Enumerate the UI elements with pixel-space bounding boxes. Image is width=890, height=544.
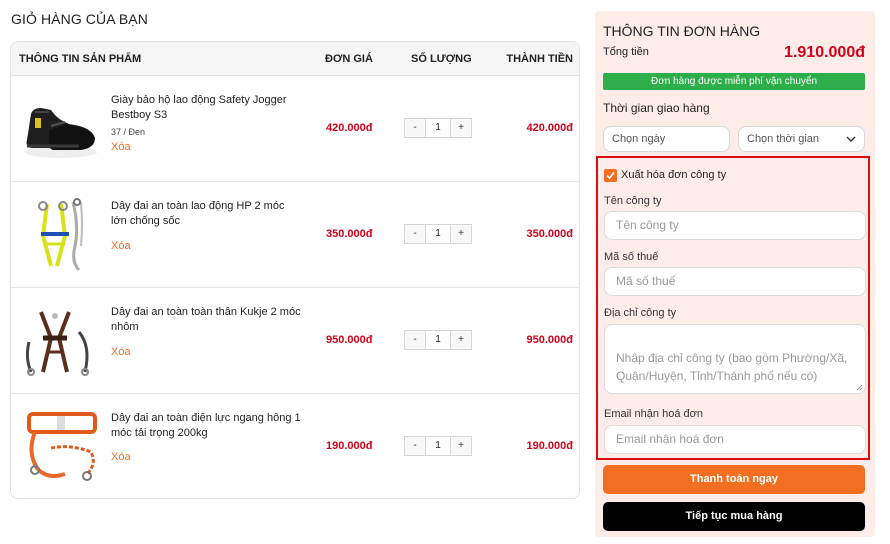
- product-name[interactable]: Dây đai an toàn lao động HP 2 móc lớn ch…: [111, 199, 301, 229]
- total-label: Tổng tiền: [603, 46, 649, 58]
- company-address-textarea[interactable]: Nhập địa chỉ công ty (bao gồm Phường/Xã,…: [604, 324, 866, 394]
- tax-code-placeholder: Mã số thuế: [616, 274, 676, 288]
- quantity-input[interactable]: 1: [425, 119, 451, 137]
- decrease-button[interactable]: -: [405, 331, 425, 349]
- company-name-input[interactable]: Tên công ty: [604, 211, 866, 240]
- unit-price: 950.000đ: [326, 334, 373, 346]
- quantity-stepper: - 1 +: [404, 224, 472, 244]
- product-name[interactable]: Dây đai an toàn điện lực ngang hông 1 mó…: [111, 411, 301, 441]
- line-total: 420.000đ: [526, 122, 573, 134]
- invoice-checkbox-label[interactable]: Xuất hóa đơn công ty: [621, 169, 726, 181]
- decrease-button[interactable]: -: [405, 225, 425, 243]
- header-quantity: SỐ LƯỢNG: [411, 53, 472, 65]
- product-image-full-body-harness[interactable]: [21, 302, 101, 380]
- product-variant: 37 / Đen: [111, 127, 146, 137]
- increase-button[interactable]: +: [451, 225, 471, 243]
- product-name[interactable]: Giày bảo hộ lao động Safety Jogger Bestb…: [111, 93, 301, 123]
- product-image-safety-shoes[interactable]: [21, 90, 101, 168]
- product-image-safety-harness[interactable]: [21, 196, 101, 274]
- company-invoice-section: Xuất hóa đơn công ty Tên công ty Tên côn…: [596, 156, 870, 460]
- quantity-stepper: - 1 +: [404, 118, 472, 138]
- cart-table-header: THÔNG TIN SẢN PHẨM ĐƠN GIÁ SỐ LƯỢNG THÀN…: [11, 42, 579, 76]
- line-total: 350.000đ: [526, 228, 573, 240]
- invoice-checkbox[interactable]: [604, 169, 617, 182]
- order-title: THÔNG TIN ĐƠN HÀNG: [603, 23, 761, 39]
- quantity-input[interactable]: 1: [425, 331, 451, 349]
- remove-link[interactable]: Xóa: [111, 141, 131, 153]
- unit-price: 420.000đ: [326, 122, 373, 134]
- free-shipping-badge: Đơn hàng được miễn phí vận chuyển: [603, 73, 865, 90]
- header-product: THÔNG TIN SẢN PHẨM: [19, 53, 142, 65]
- total-value: 1.910.000đ: [784, 44, 865, 61]
- company-address-label: Địa chỉ công ty: [604, 307, 677, 319]
- tax-code-input[interactable]: Mã số thuế: [604, 267, 866, 296]
- company-name-label: Tên công ty: [604, 195, 662, 207]
- pay-now-button[interactable]: Thanh toán ngay: [603, 465, 865, 494]
- product-image-waist-belt[interactable]: [21, 408, 101, 486]
- invoice-email-placeholder: Email nhận hoá đơn: [616, 432, 724, 446]
- line-total: 190.000đ: [526, 440, 573, 452]
- cart-row: Dây đai an toàn điện lực ngang hông 1 mó…: [11, 394, 579, 498]
- quantity-stepper: - 1 +: [404, 436, 472, 456]
- time-select[interactable]: Chọn thời gian: [738, 126, 865, 152]
- increase-button[interactable]: +: [451, 119, 471, 137]
- cart-row: Dây đai an toàn lao động HP 2 móc lớn ch…: [11, 182, 579, 288]
- chevron-down-icon: [846, 136, 856, 142]
- invoice-email-input[interactable]: Email nhận hoá đơn: [604, 425, 866, 454]
- remove-link[interactable]: Xóa: [111, 346, 131, 358]
- line-total: 950.000đ: [526, 334, 573, 346]
- time-select-label: Chọn thời gian: [747, 133, 820, 145]
- page-title: GIỎ HÀNG CỦA BẠN: [11, 11, 148, 27]
- decrease-button[interactable]: -: [405, 437, 425, 455]
- date-select-label: Chọn ngày: [612, 133, 666, 145]
- tax-code-label: Mã số thuế: [604, 251, 659, 263]
- quantity-input[interactable]: 1: [425, 225, 451, 243]
- company-address-placeholder: Nhập địa chỉ công ty (bao gồm Phường/Xã,…: [616, 351, 848, 383]
- company-name-placeholder: Tên công ty: [616, 218, 679, 232]
- delivery-time-label: Thời gian giao hàng: [603, 101, 710, 115]
- header-price: ĐƠN GIÁ: [325, 53, 373, 65]
- quantity-input[interactable]: 1: [425, 437, 451, 455]
- continue-shopping-button[interactable]: Tiếp tục mua hàng: [603, 502, 865, 531]
- increase-button[interactable]: +: [451, 437, 471, 455]
- remove-link[interactable]: Xóa: [111, 240, 131, 252]
- header-total: THÀNH TIỀN: [506, 53, 573, 65]
- invoice-email-label: Email nhận hoá đơn: [604, 408, 703, 420]
- unit-price: 350.000đ: [326, 228, 373, 240]
- product-name[interactable]: Dây đai an toàn toàn thân Kukje 2 móc nh…: [111, 305, 301, 335]
- resize-handle-icon[interactable]: [856, 384, 863, 391]
- cart-row: Giày bảo hộ lao động Safety Jogger Bestb…: [11, 76, 579, 182]
- checkmark-icon: [606, 171, 615, 180]
- increase-button[interactable]: +: [451, 331, 471, 349]
- decrease-button[interactable]: -: [405, 119, 425, 137]
- quantity-stepper: - 1 +: [404, 330, 472, 350]
- cart-table: THÔNG TIN SẢN PHẨM ĐƠN GIÁ SỐ LƯỢNG THÀN…: [10, 41, 580, 499]
- cart-row: Dây đai an toàn toàn thân Kukje 2 móc nh…: [11, 288, 579, 394]
- unit-price: 190.000đ: [326, 440, 373, 452]
- remove-link[interactable]: Xóa: [111, 451, 131, 463]
- date-select[interactable]: Chọn ngày: [603, 126, 730, 152]
- order-summary-panel: THÔNG TIN ĐƠN HÀNG Tổng tiền 1.910.000đ …: [595, 11, 875, 537]
